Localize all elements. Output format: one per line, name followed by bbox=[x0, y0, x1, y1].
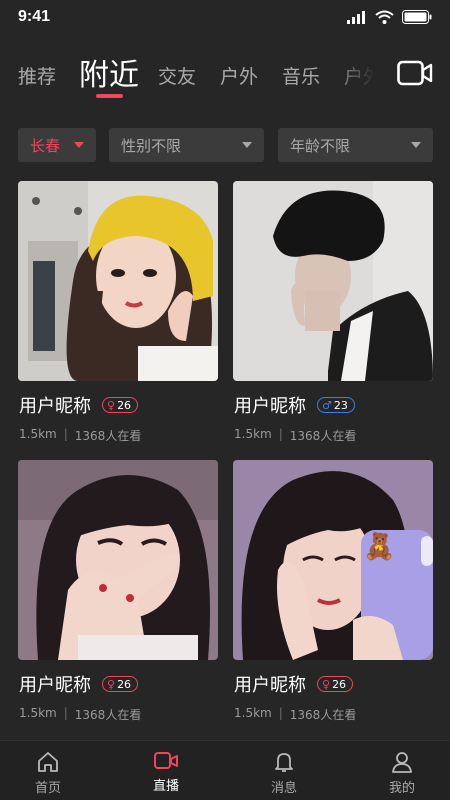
streamer-photo[interactable] bbox=[18, 460, 218, 660]
city-filter-dropdown[interactable]: 长春 bbox=[18, 128, 96, 162]
chevron-down-icon bbox=[411, 142, 421, 148]
live-room-card[interactable]: 用户昵称 ♀ 26 1.5km | 1368人在看 bbox=[18, 460, 218, 722]
card-meta: 1.5km | 1368人在看 bbox=[19, 706, 141, 723]
user-nickname: 用户昵称 bbox=[234, 675, 306, 696]
viewer-count: 1368人在看 bbox=[74, 429, 142, 443]
wifi-icon bbox=[375, 10, 394, 24]
distance: 1.5km bbox=[234, 427, 272, 441]
chevron-down-icon bbox=[242, 142, 252, 148]
nav-label: 消息 bbox=[270, 781, 297, 796]
bottom-tab-bar: 首页 直播 消息 我的 bbox=[0, 740, 450, 800]
user-nickname: 用户昵称 bbox=[19, 396, 91, 417]
age-filter-dropdown[interactable]: 年龄不限 bbox=[278, 128, 433, 162]
meta-separator: | bbox=[63, 706, 68, 720]
gender-filter-value: 性别不限 bbox=[121, 136, 182, 155]
nav-live[interactable]: 直播 bbox=[136, 751, 196, 794]
viewer-count: 1368人在看 bbox=[289, 429, 357, 443]
streamer-photo[interactable] bbox=[18, 181, 218, 381]
nav-home[interactable]: 首页 bbox=[18, 751, 78, 796]
live-room-card[interactable]: 用户昵称 ♀ 26 1.5km | 1368人在看 bbox=[18, 181, 218, 443]
user-nickname: 用户昵称 bbox=[234, 396, 306, 417]
active-tab-indicator bbox=[96, 94, 123, 98]
live-room-card[interactable]: 用户昵称 ♂ 23 1.5km | 1368人在看 bbox=[233, 181, 433, 443]
male-icon: ♂ bbox=[322, 398, 332, 412]
distance: 1.5km bbox=[19, 427, 57, 441]
start-live-camera-icon[interactable] bbox=[397, 60, 433, 86]
nav-profile[interactable]: 我的 bbox=[372, 751, 432, 796]
gender-age-badge: ♂ 23 bbox=[317, 397, 355, 413]
nav-label: 我的 bbox=[388, 781, 415, 796]
distance: 1.5km bbox=[19, 706, 57, 720]
nav-messages[interactable]: 消息 bbox=[254, 751, 314, 796]
viewer-count: 1368人在看 bbox=[74, 708, 142, 722]
city-filter-value: 长春 bbox=[30, 136, 61, 155]
card-title-row: 用户昵称 ♀ 26 bbox=[234, 672, 354, 696]
gender-filter-dropdown[interactable]: 性别不限 bbox=[109, 128, 264, 162]
meta-separator: | bbox=[63, 427, 68, 441]
tabs-fade bbox=[330, 48, 390, 100]
user-icon bbox=[392, 752, 412, 773]
gender-age-badge: ♀ 26 bbox=[102, 397, 139, 413]
battery-icon bbox=[402, 10, 432, 24]
age-value: 26 bbox=[117, 677, 132, 691]
streamer-photo[interactable]: 🧸 bbox=[233, 460, 433, 660]
age-filter-value: 年龄不限 bbox=[290, 136, 351, 155]
live-camera-icon bbox=[154, 752, 178, 769]
signal-icon bbox=[347, 10, 365, 24]
card-title-row: 用户昵称 ♀ 26 bbox=[19, 393, 139, 417]
status-bar: 9:41 bbox=[0, 0, 450, 34]
home-icon bbox=[38, 752, 58, 772]
card-meta: 1.5km | 1368人在看 bbox=[234, 427, 356, 444]
gender-age-badge: ♀ 26 bbox=[317, 676, 354, 692]
card-title-row: 用户昵称 ♀ 26 bbox=[19, 672, 139, 696]
female-icon: ♀ bbox=[107, 398, 116, 412]
streamer-photo[interactable] bbox=[233, 181, 433, 381]
age-value: 26 bbox=[332, 677, 347, 691]
age-value: 26 bbox=[117, 398, 132, 412]
status-icons bbox=[347, 10, 432, 24]
svg-text:🧸: 🧸 bbox=[363, 531, 395, 562]
user-nickname: 用户昵称 bbox=[19, 675, 91, 696]
gender-age-badge: ♀ 26 bbox=[102, 676, 139, 692]
status-time: 9:41 bbox=[18, 8, 51, 25]
filter-bar: 长春 性别不限 年龄不限 bbox=[0, 128, 450, 162]
tab-outdoor[interactable]: 户外 bbox=[220, 62, 258, 89]
nav-label: 首页 bbox=[34, 781, 61, 796]
category-tabs: 推荐 附近 交友 户外 音乐 户外 bbox=[0, 44, 450, 104]
card-meta: 1.5km | 1368人在看 bbox=[234, 706, 356, 723]
card-meta: 1.5km | 1368人在看 bbox=[19, 427, 141, 444]
meta-separator: | bbox=[278, 706, 283, 720]
tab-recommend[interactable]: 推荐 bbox=[18, 62, 56, 89]
tab-nearby[interactable]: 附近 bbox=[79, 50, 139, 94]
female-icon: ♀ bbox=[322, 677, 331, 691]
chevron-down-icon bbox=[74, 142, 84, 148]
female-icon: ♀ bbox=[107, 677, 116, 691]
distance: 1.5km bbox=[234, 706, 272, 720]
meta-separator: | bbox=[278, 427, 283, 441]
tab-music[interactable]: 音乐 bbox=[282, 62, 320, 89]
nav-label: 直播 bbox=[152, 779, 179, 794]
viewer-count: 1368人在看 bbox=[289, 708, 357, 722]
tab-make-friends[interactable]: 交友 bbox=[158, 62, 196, 89]
age-value: 23 bbox=[333, 398, 348, 412]
live-room-card[interactable]: 🧸 用户昵称 ♀ 26 1.5km | 1368人在看 bbox=[233, 460, 433, 722]
bell-icon bbox=[275, 753, 293, 772]
card-title-row: 用户昵称 ♂ 23 bbox=[234, 393, 355, 417]
